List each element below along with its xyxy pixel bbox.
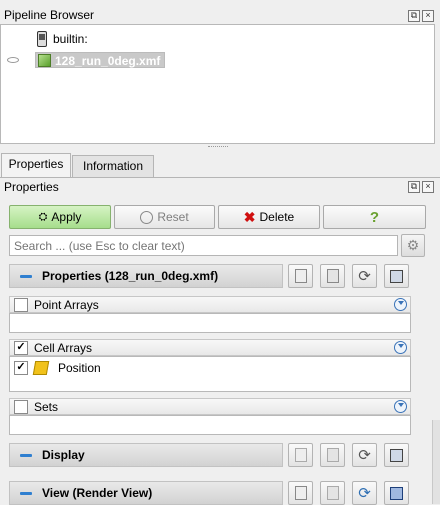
collapse-icon	[20, 453, 32, 457]
cell-arrays-checkbox[interactable]: ✓	[14, 340, 28, 355]
search-input[interactable]	[9, 235, 398, 256]
cube-icon	[38, 54, 51, 67]
copy-icon	[294, 448, 307, 462]
tab-properties[interactable]: Properties	[1, 153, 71, 177]
paste-icon	[326, 486, 339, 500]
server-icon	[37, 31, 47, 47]
pipeline-item-file[interactable]: 128_run_0deg.xmf	[35, 52, 165, 68]
reset-icon	[140, 210, 154, 224]
paste-button[interactable]	[320, 481, 345, 505]
builtin-label[interactable]: builtin:	[53, 32, 88, 46]
delete-label: Delete	[259, 210, 295, 224]
paste-button[interactable]	[320, 264, 345, 288]
delete-icon: ✖	[243, 208, 256, 225]
float-icon[interactable]: ⧉	[408, 10, 420, 22]
close-icon[interactable]: ×	[422, 10, 434, 22]
refresh-button[interactable]: ⟳	[352, 443, 377, 467]
copy-button[interactable]	[288, 481, 313, 505]
section-properties-title: Properties (128_run_0deg.xmf)	[42, 269, 219, 283]
sets-checkbox[interactable]	[14, 399, 28, 414]
save-button[interactable]	[384, 264, 409, 288]
save-icon	[390, 448, 403, 462]
paste-icon	[326, 269, 339, 283]
reset-label: Reset	[157, 210, 189, 224]
gear-icon[interactable]: ⚙	[401, 234, 425, 257]
section-properties-header[interactable]: Properties (128_run_0deg.xmf)	[9, 264, 283, 288]
apply-label: Apply	[51, 210, 82, 224]
paste-button[interactable]	[320, 443, 345, 467]
position-label: Position	[58, 361, 101, 375]
refresh-icon: ⟳	[358, 447, 371, 464]
point-arrays-label: Point Arrays	[34, 297, 99, 312]
scrollbar[interactable]	[432, 420, 440, 504]
refresh-button[interactable]: ⟳	[352, 264, 377, 288]
copy-button[interactable]	[288, 443, 313, 467]
group-cell-arrays-header[interactable]: ✓ Cell Arrays	[9, 339, 411, 356]
properties-dock-buttons: ⧉ ×	[408, 181, 434, 193]
chevron-down-icon[interactable]	[394, 341, 407, 354]
save-icon	[390, 486, 403, 500]
refresh-button[interactable]: ⟳	[352, 481, 377, 505]
group-point-arrays-header[interactable]: Point Arrays	[9, 296, 411, 313]
group-sets-header[interactable]: Sets	[9, 398, 411, 415]
float-icon[interactable]: ⧉	[408, 181, 420, 193]
save-button[interactable]	[384, 481, 409, 505]
point-arrays-list[interactable]	[9, 313, 411, 333]
section-display-header[interactable]: Display	[9, 443, 283, 467]
section-display-title: Display	[42, 448, 85, 462]
delete-button[interactable]: ✖ Delete	[218, 205, 320, 229]
chevron-down-icon[interactable]	[394, 298, 407, 311]
section-view-title: View (Render View)	[42, 486, 153, 500]
cell-arrays-label: Cell Arrays	[34, 340, 93, 355]
apply-button[interactable]: ⛭ Apply	[9, 205, 111, 229]
list-item[interactable]: ✓ Position	[10, 360, 410, 376]
copy-button[interactable]	[288, 264, 313, 288]
copy-icon	[294, 486, 307, 500]
section-view-header[interactable]: View (Render View)	[9, 481, 283, 505]
save-button[interactable]	[384, 443, 409, 467]
cell-data-icon	[32, 361, 50, 375]
close-icon[interactable]: ×	[422, 181, 434, 193]
properties-panel-title: Properties	[4, 180, 59, 194]
pipeline-item-label: 128_run_0deg.xmf	[55, 54, 161, 68]
collapse-icon	[20, 274, 32, 278]
tab-divider	[0, 177, 440, 178]
eye-icon[interactable]	[7, 57, 19, 63]
cell-arrays-list[interactable]: ✓ Position	[9, 356, 411, 392]
help-icon: ?	[369, 208, 380, 226]
pipeline-dock-buttons: ⧉ ×	[408, 10, 434, 22]
reset-button[interactable]: Reset	[114, 205, 215, 229]
sets-label: Sets	[34, 399, 59, 414]
collapse-icon	[20, 491, 32, 495]
help-button[interactable]: ?	[323, 205, 426, 229]
chevron-down-icon[interactable]	[394, 400, 407, 413]
paste-icon	[326, 448, 339, 462]
pipeline-browser-title: Pipeline Browser	[4, 8, 95, 22]
refresh-icon: ⟳	[358, 268, 371, 285]
refresh-icon: ⟳	[358, 485, 371, 502]
position-checkbox[interactable]: ✓	[14, 361, 28, 375]
apply-icon: ⛭	[38, 210, 48, 223]
tab-information[interactable]: Information	[72, 155, 154, 177]
point-arrays-checkbox[interactable]	[14, 297, 28, 312]
sets-list[interactable]	[9, 415, 411, 435]
splitter-handle[interactable]	[208, 146, 228, 148]
pipeline-tree[interactable]: builtin: 128_run_0deg.xmf	[0, 24, 435, 144]
copy-icon	[294, 269, 307, 283]
save-icon	[390, 269, 403, 283]
